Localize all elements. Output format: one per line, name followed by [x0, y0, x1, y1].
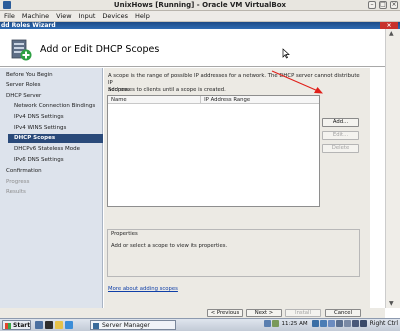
explorer-quicklaunch-icon[interactable]	[55, 321, 63, 329]
annotation-arrow-icon	[271, 70, 323, 94]
vm-menubar: File Machine View Input Devices Help	[0, 11, 400, 22]
scopes-list[interactable]: Name IP Address Range	[107, 95, 320, 207]
mouse-cursor-icon	[282, 48, 290, 59]
powershell-quicklaunch-icon[interactable]	[45, 321, 53, 329]
start-button[interactable]: Start	[2, 320, 31, 330]
menu-file[interactable]: File	[4, 12, 15, 20]
nav-item-ipv4-wins-settings[interactable]: IPv4 WINS Settings	[14, 125, 66, 131]
vm-window-title: UnixHows [Running] - Oracle VM VirtualBo…	[113, 1, 287, 9]
edit-scope-button: Edit...	[322, 131, 359, 140]
menu-devices[interactable]: Devices	[102, 12, 128, 20]
column-header-ip-address-range[interactable]: IP Address Range	[201, 96, 319, 103]
previous-button[interactable]: < Previous	[207, 309, 243, 317]
wizard-content: A scope is the range of possible IP addr…	[104, 68, 370, 308]
nav-item-confirmation[interactable]: Confirmation	[6, 168, 42, 174]
scroll-down-arrow-icon[interactable]: ▼	[389, 300, 394, 307]
minimize-button[interactable]: –	[368, 1, 376, 9]
properties-title: Properties	[111, 231, 138, 237]
scopes-list-header: Name IP Address Range	[108, 96, 319, 104]
nav-item-ipv6-dns-settings[interactable]: IPv6 DNS Settings	[14, 157, 64, 163]
vbox-network-icon[interactable]	[327, 320, 335, 327]
vbox-display-icon[interactable]	[351, 320, 359, 327]
taskbar-task-server-manager[interactable]: Server Manager	[90, 320, 176, 330]
nav-item-progress: Progress	[6, 179, 30, 185]
volume-tray-icon[interactable]	[271, 320, 279, 327]
server-manager-quicklaunch-icon[interactable]	[35, 321, 43, 329]
taskbar-task-label: Server Manager	[102, 322, 150, 329]
properties-group: Properties Add or select a scope to view…	[107, 229, 360, 277]
guest-screen: dd Roles Wizard × Add or Edit DHCP Scope…	[0, 22, 400, 318]
start-label: Start	[13, 322, 31, 329]
close-button[interactable]: ×	[390, 1, 398, 9]
page-title: Add or Edit DHCP Scopes	[40, 44, 160, 55]
host-key-label: Right Ctrl	[369, 320, 398, 327]
server-manager-icon	[93, 323, 99, 329]
nav-item-dhcpv6-stateless-mode[interactable]: DHCPv6 Stateless Mode	[14, 146, 80, 152]
network-tray-icon[interactable]	[263, 320, 271, 327]
cancel-button[interactable]: Cancel	[325, 309, 361, 317]
vbox-mouse-integration-icon[interactable]	[359, 320, 367, 327]
nav-item-server-roles[interactable]: Server Roles	[6, 82, 41, 88]
wizard-window-title: dd Roles Wizard	[1, 22, 56, 29]
wizard-navigation: Before You Begin Server Roles DHCP Serve…	[0, 68, 103, 308]
vertical-scrollbar[interactable]: ▲ ▼	[385, 29, 400, 308]
maximize-button[interactable]: □	[379, 1, 387, 9]
system-tray: 11:25 AM Right Ctrl	[263, 320, 398, 327]
properties-hint: Add or select a scope to view its proper…	[111, 243, 228, 249]
delete-scope-button: Delete	[322, 144, 359, 153]
vm-window-titlebar: UnixHows [Running] - Oracle VM VirtualBo…	[0, 0, 400, 11]
install-button: Install	[285, 309, 321, 317]
vbox-hdd-icon[interactable]	[311, 320, 319, 327]
ie-quicklaunch-icon[interactable]	[65, 321, 73, 329]
scopes-label: Scopes:	[108, 87, 130, 93]
server-role-add-icon	[11, 39, 32, 61]
wizard-header: Add or Edit DHCP Scopes	[0, 29, 385, 67]
menu-input[interactable]: Input	[79, 12, 96, 20]
nav-item-dhcp-scopes[interactable]: DHCP Scopes	[8, 134, 103, 143]
wizard-close-button[interactable]: ×	[380, 22, 398, 29]
windows-flag-icon	[5, 323, 11, 329]
next-button[interactable]: Next >	[246, 309, 282, 317]
nav-item-network-connection-bindings[interactable]: Network Connection Bindings	[14, 103, 95, 109]
taskbar: Start Server Manager 11:25 AM Right Ctrl	[0, 318, 400, 331]
scroll-up-arrow-icon[interactable]: ▲	[389, 30, 394, 37]
wizard-footer: < Previous Next > Install Cancel	[0, 308, 385, 318]
nav-item-before-you-begin[interactable]: Before You Begin	[6, 72, 53, 78]
menu-machine[interactable]: Machine	[22, 12, 49, 20]
add-scope-button[interactable]: Add...	[322, 118, 359, 127]
nav-item-results: Results	[6, 189, 26, 195]
clock: 11:25 AM	[281, 320, 308, 327]
menu-help[interactable]: Help	[135, 12, 150, 20]
vbox-shared-folder-icon[interactable]	[343, 320, 351, 327]
nav-item-dhcp-server[interactable]: DHCP Server	[6, 93, 41, 99]
more-about-scopes-link[interactable]: More about adding scopes	[108, 286, 178, 292]
wizard-titlebar: dd Roles Wizard ×	[0, 22, 400, 29]
nav-item-ipv4-dns-settings[interactable]: IPv4 DNS Settings	[14, 114, 64, 120]
vbox-optical-icon[interactable]	[319, 320, 327, 327]
vbox-usb-icon[interactable]	[335, 320, 343, 327]
column-header-name[interactable]: Name	[108, 96, 202, 103]
menu-view[interactable]: View	[56, 12, 71, 20]
